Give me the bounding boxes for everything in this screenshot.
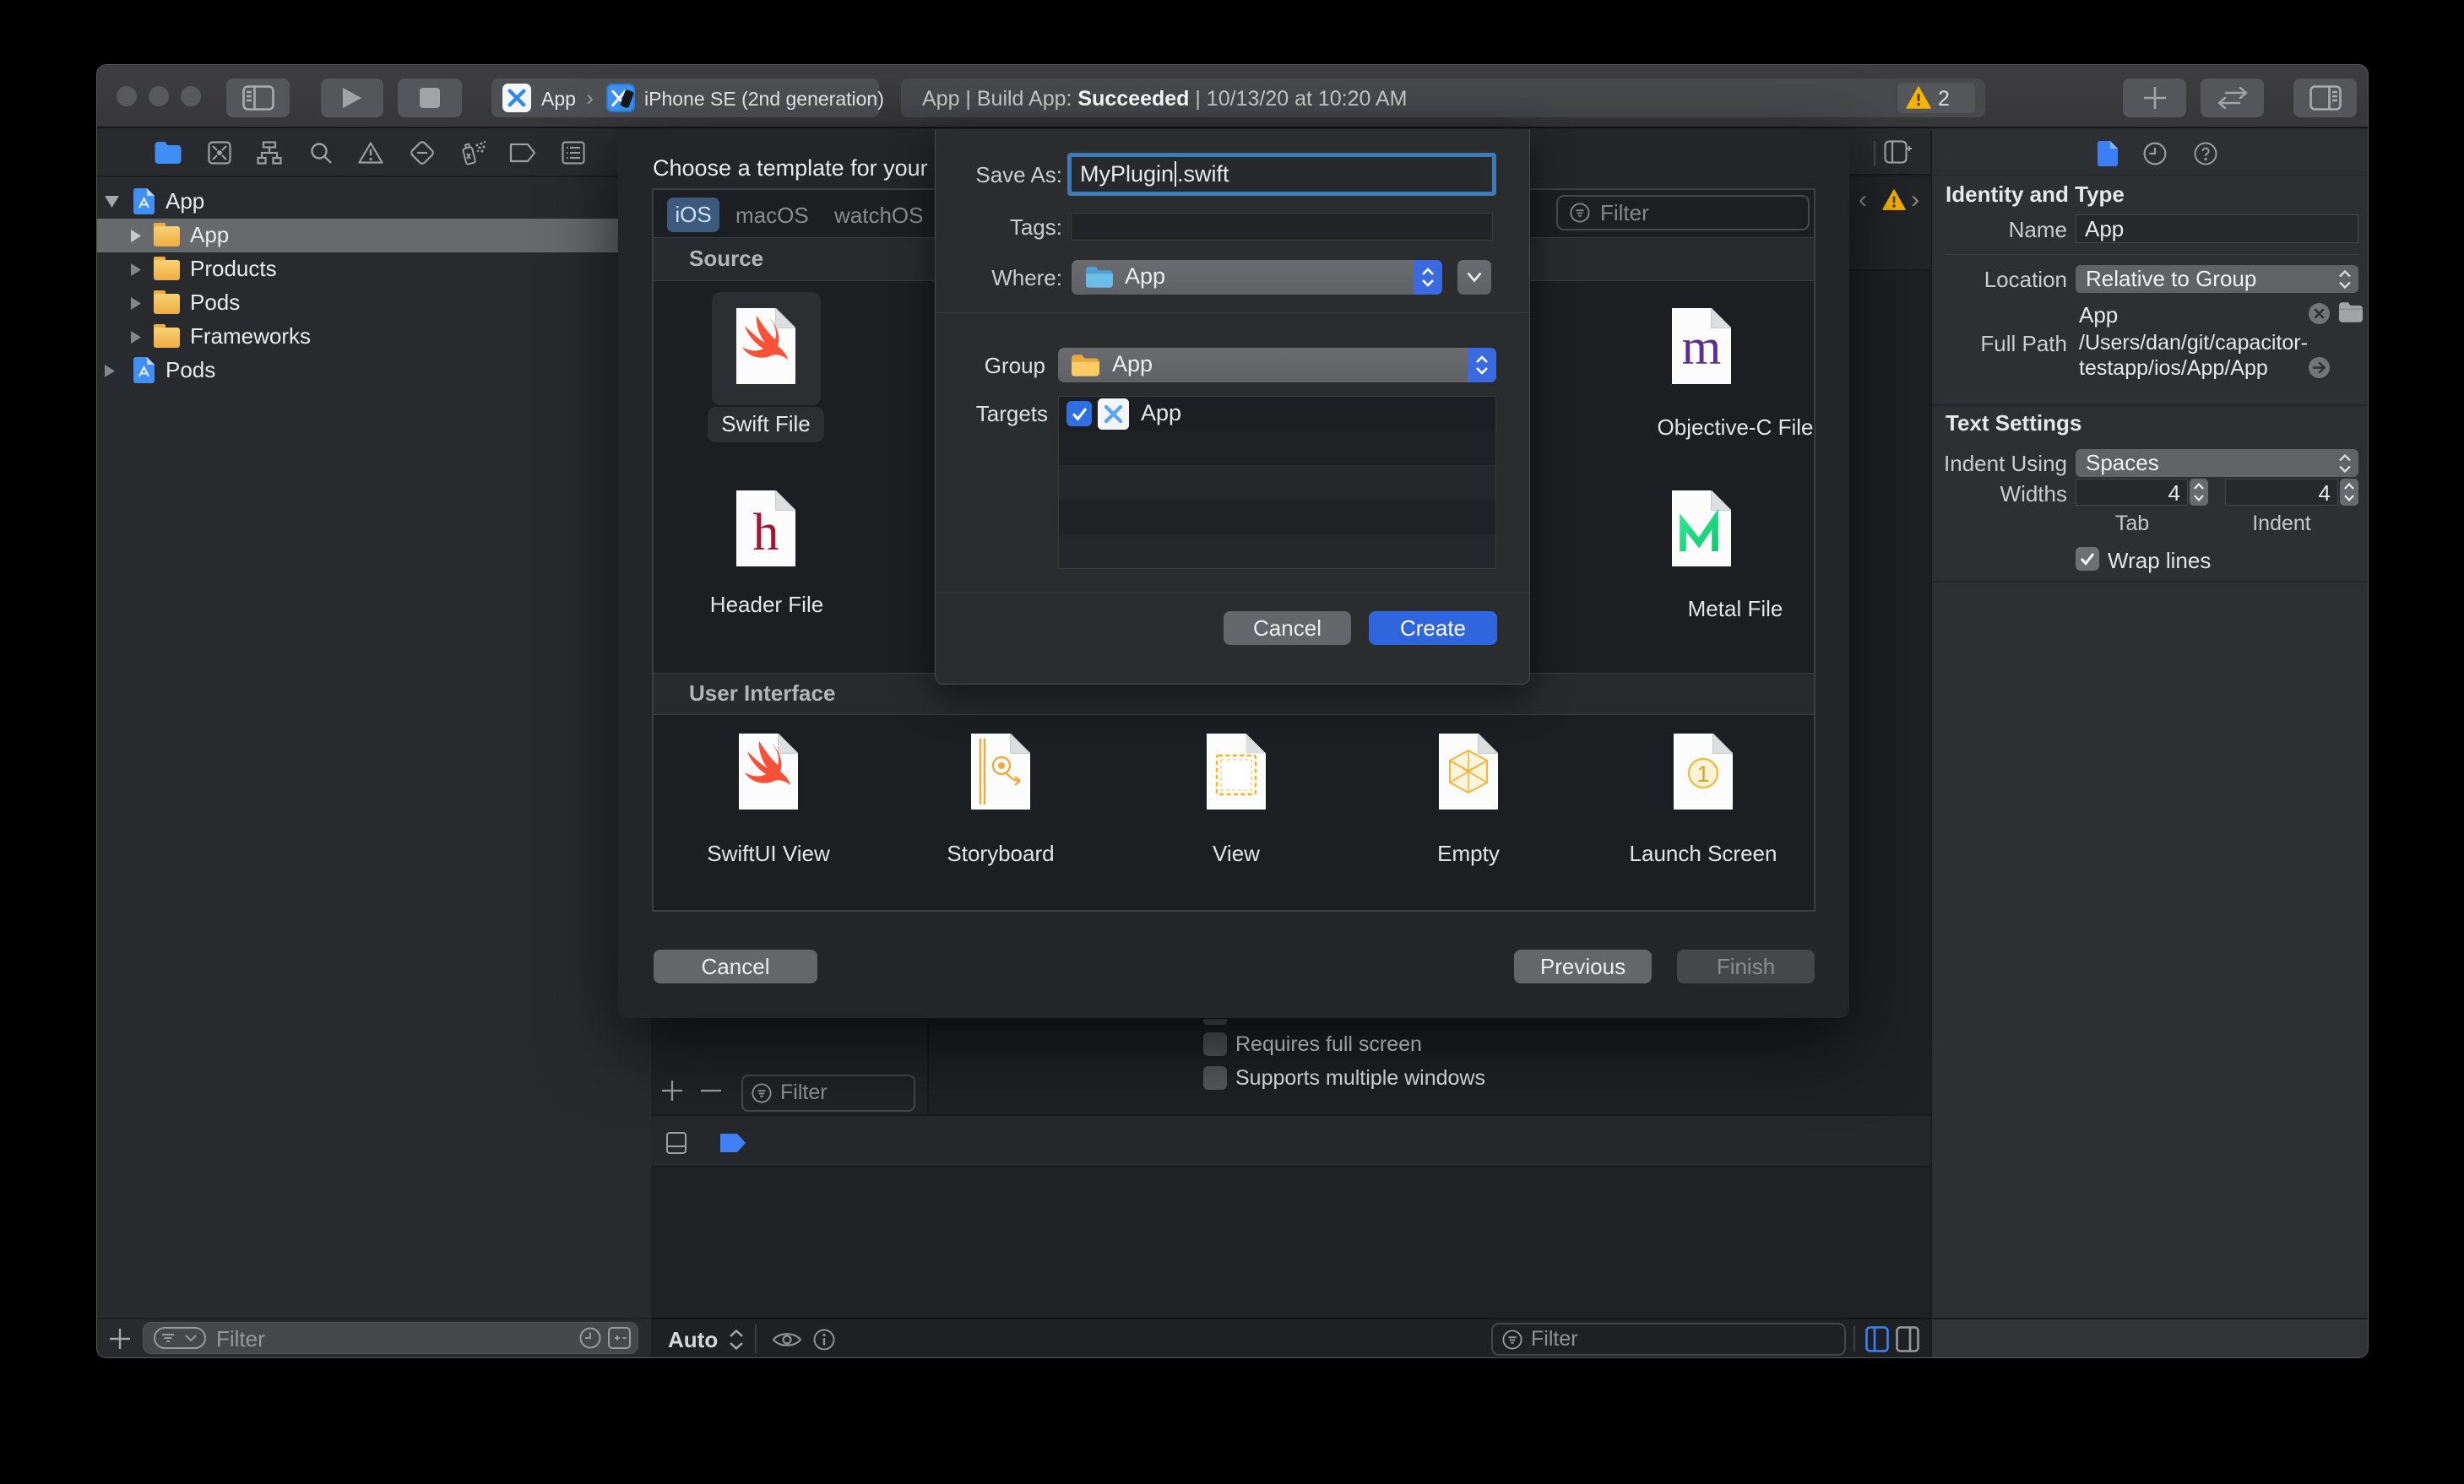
svg-text:m: m [1682,319,1722,375]
svg-text:h: h [753,504,779,561]
svg-text:1: 1 [1696,761,1709,787]
